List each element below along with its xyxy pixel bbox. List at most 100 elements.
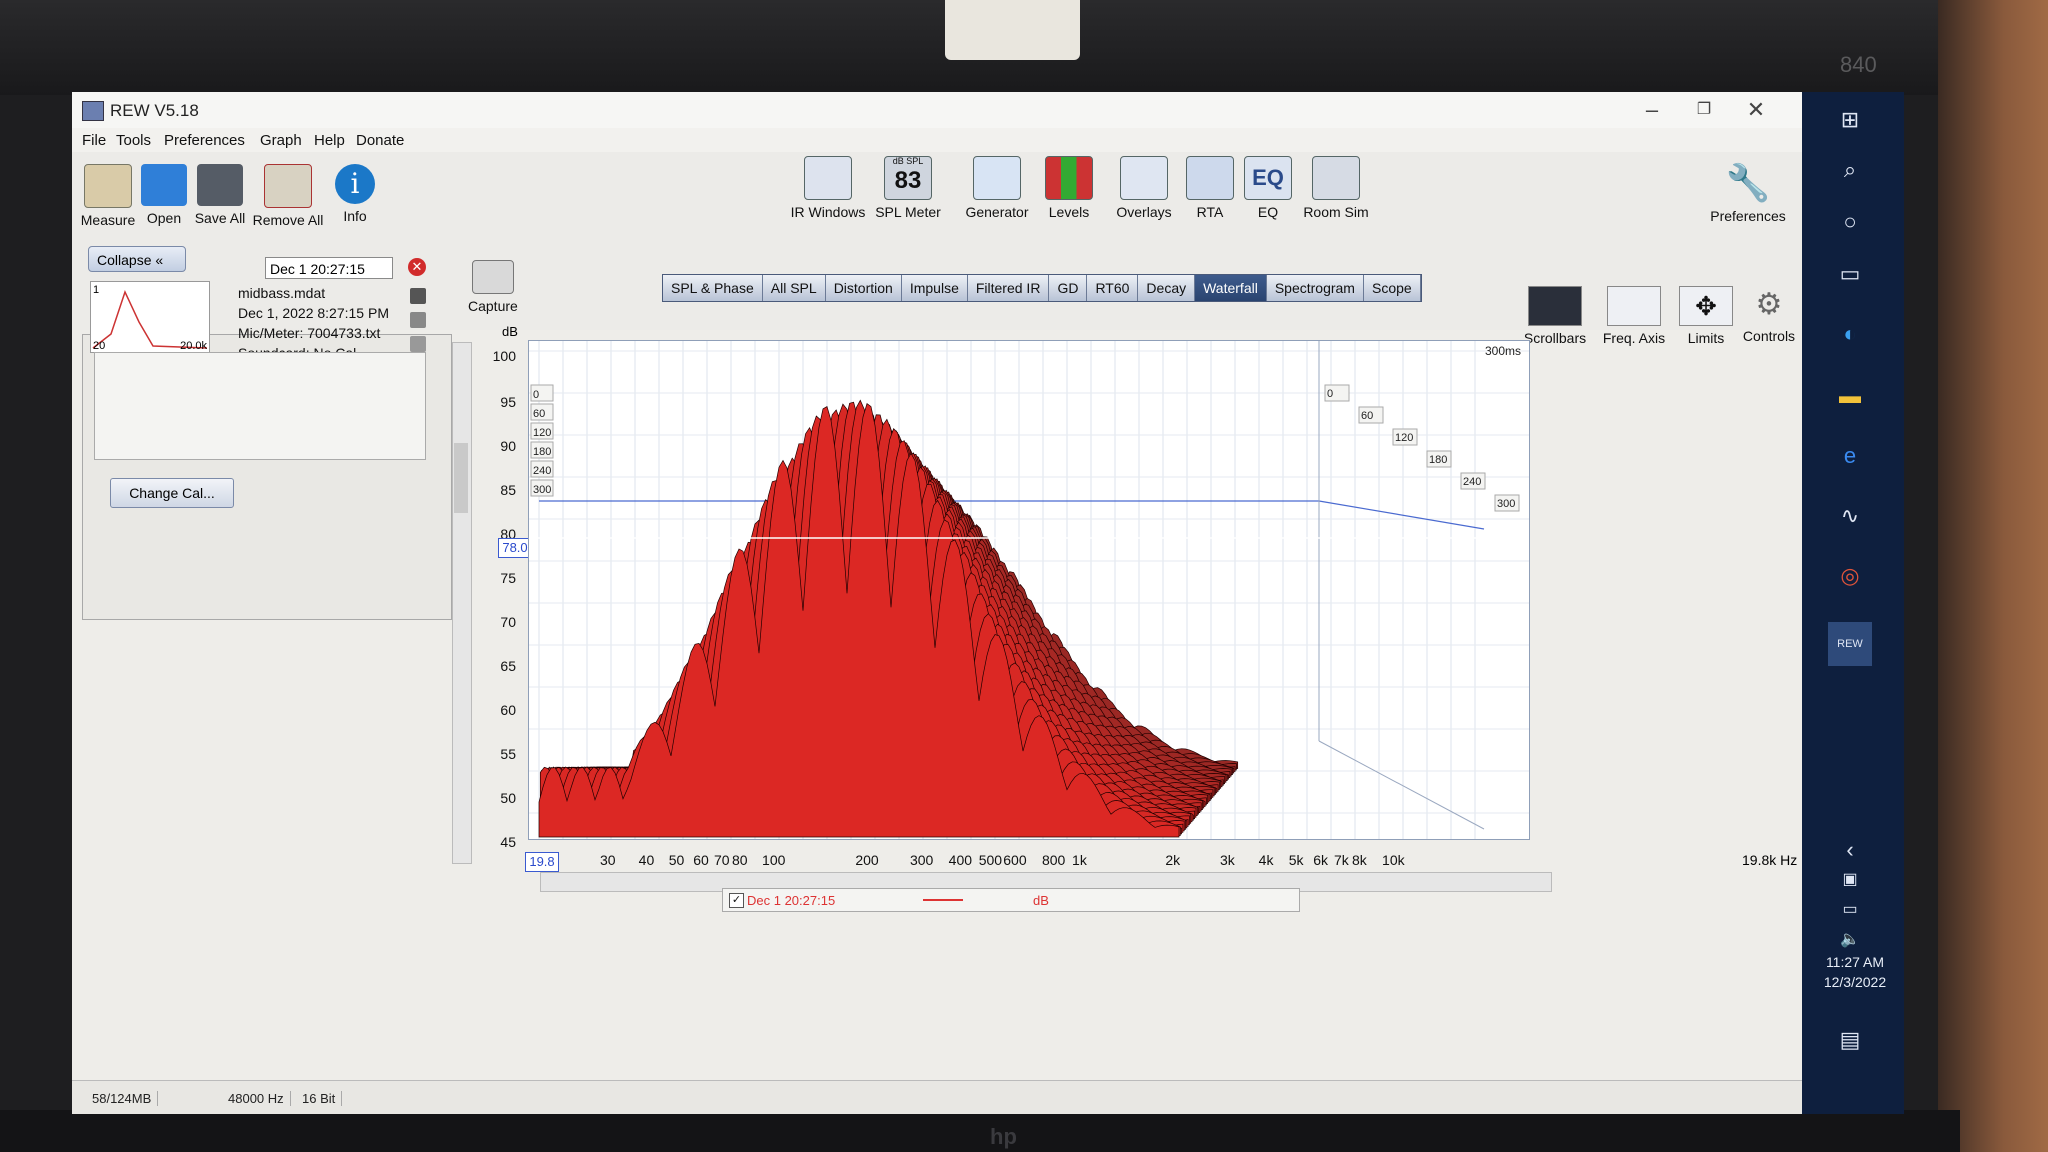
- close-button[interactable]: ✕: [1736, 96, 1776, 124]
- desk-background: [1938, 0, 2048, 1152]
- change-cal-button[interactable]: Change Cal...: [110, 478, 234, 508]
- rta-button[interactable]: RTA: [1180, 156, 1240, 220]
- measurement-name-field[interactable]: Dec 1 20:27:15: [265, 257, 393, 279]
- edge-icon[interactable]: ◐: [1836, 320, 1864, 348]
- eq-button[interactable]: EQ EQ: [1240, 156, 1296, 220]
- levels-button[interactable]: Levels: [1038, 156, 1100, 220]
- scrollbars-button[interactable]: Scrollbars: [1520, 286, 1590, 346]
- tab-decay[interactable]: Decay: [1138, 275, 1196, 301]
- window-title: REW V5.18: [110, 101, 199, 120]
- notes-icon[interactable]: [410, 336, 426, 352]
- capture-button[interactable]: Capture: [468, 260, 518, 314]
- generator-icon: [973, 156, 1021, 200]
- thumb-top-label: 1: [93, 284, 100, 296]
- bezel-sticker: [945, 0, 1080, 60]
- y-tick: 100: [492, 348, 516, 364]
- y-tick: 65: [500, 658, 516, 674]
- x-tick: 300: [909, 852, 934, 868]
- spl-meter-icon: 83 dB SPL: [884, 156, 932, 200]
- check-icon[interactable]: [410, 288, 426, 304]
- mic-meter: Mic/Meter: 7004733.txt: [238, 325, 381, 341]
- tab-spl-phase[interactable]: SPL & Phase: [663, 275, 763, 301]
- waterfall-graph[interactable]: 300ms 0 60 120 180 240 300 0 60 120 180 240 300: [528, 340, 1530, 840]
- tab-impulse[interactable]: Impulse: [901, 275, 968, 301]
- menu-file[interactable]: File: [82, 132, 106, 149]
- measure-button[interactable]: Measure: [78, 164, 138, 228]
- legend-checkbox[interactable]: ✓: [729, 893, 744, 908]
- ir-windows-button[interactable]: IR Windows: [788, 156, 868, 220]
- tab-all-spl[interactable]: All SPL: [762, 275, 826, 301]
- cortana-icon[interactable]: ○: [1836, 208, 1864, 236]
- x-start-value[interactable]: 19.8: [525, 852, 559, 872]
- minimize-button[interactable]: –: [1632, 96, 1672, 124]
- camera-icon: [471, 260, 514, 294]
- y-tick: 75: [500, 570, 516, 586]
- tab-waterfall[interactable]: Waterfall: [1195, 275, 1267, 301]
- search-icon[interactable]: ⌕: [1836, 156, 1864, 184]
- y-tick: 95: [500, 394, 516, 410]
- measurement-thumbnail[interactable]: 1 20 20.0k: [90, 281, 210, 353]
- x-tick: 8k: [1351, 852, 1367, 868]
- x-tick: 600: [1003, 852, 1027, 868]
- rew-taskbar-icon[interactable]: REW: [1828, 622, 1872, 666]
- remove-all-button[interactable]: Remove All: [248, 164, 328, 228]
- task-view-icon[interactable]: ▭: [1836, 260, 1864, 288]
- time-tick: 300: [533, 484, 551, 496]
- tab-gd[interactable]: GD: [1049, 275, 1088, 301]
- freq-axis-button[interactable]: Freq. Axis: [1596, 286, 1672, 346]
- restore-button[interactable]: ❐: [1684, 96, 1724, 124]
- menu-donate[interactable]: Donate: [356, 132, 404, 149]
- vertical-scrollbar-thumb[interactable]: [454, 443, 468, 513]
- y-tick: 45: [500, 834, 516, 850]
- remove-measurement-icon[interactable]: ✕: [408, 258, 426, 276]
- menu-tools[interactable]: Tools: [116, 132, 151, 149]
- x-tick: 1k: [1072, 852, 1087, 868]
- chevron-left-icon[interactable]: ‹: [1836, 836, 1864, 864]
- controls-button[interactable]: ⚙ Controls: [1738, 286, 1800, 344]
- notes-area[interactable]: [94, 352, 426, 460]
- tab-scope[interactable]: Scope: [1363, 275, 1421, 301]
- info-button[interactable]: i Info: [330, 164, 380, 224]
- room-sim-button[interactable]: Room Sim: [1294, 156, 1378, 220]
- time-tick: 120: [1395, 432, 1413, 444]
- open-button[interactable]: Open: [134, 164, 194, 226]
- x-tick: 400: [948, 852, 973, 868]
- collapse-button[interactable]: Collapse «: [88, 246, 186, 272]
- vertical-scrollbar[interactable]: [452, 342, 472, 864]
- time-tick: 60: [1361, 410, 1373, 422]
- y-tick: 60: [500, 702, 516, 718]
- tab-spectrogram[interactable]: Spectrogram: [1266, 275, 1364, 301]
- tray-icon[interactable]: ▣: [1836, 866, 1864, 894]
- pencil-icon[interactable]: [410, 312, 426, 328]
- file-explorer-icon[interactable]: ▬: [1836, 382, 1864, 410]
- internet-explorer-icon[interactable]: e: [1836, 442, 1864, 470]
- notification-icon[interactable]: ▤: [1836, 1026, 1864, 1054]
- tab-filtered-ir[interactable]: Filtered IR: [967, 275, 1050, 301]
- limits-button[interactable]: ✥ Limits: [1676, 286, 1736, 346]
- preferences-button[interactable]: 🔧 Preferences: [1706, 162, 1790, 224]
- menu-preferences[interactable]: Preferences: [164, 132, 245, 149]
- freq-axis-icon: [1607, 286, 1661, 326]
- menu-help[interactable]: Help: [314, 132, 345, 149]
- x-tick: 2k: [1165, 852, 1181, 868]
- windows-start-icon[interactable]: ⊞: [1836, 106, 1864, 134]
- tab-distortion[interactable]: Distortion: [825, 275, 902, 301]
- target-app-icon[interactable]: ◎: [1836, 562, 1864, 590]
- overlays-button[interactable]: Overlays: [1108, 156, 1180, 220]
- time-tick: 180: [1429, 454, 1447, 466]
- scope-app-icon[interactable]: ∿: [1836, 502, 1864, 530]
- spl-meter-unit: dB SPL: [892, 156, 924, 166]
- x-tick: 3k: [1219, 852, 1235, 868]
- tab-rt60[interactable]: RT60: [1087, 275, 1139, 301]
- volume-icon[interactable]: 🔈: [1836, 926, 1864, 954]
- spl-meter-button[interactable]: 83 dB SPL SPL Meter: [872, 156, 944, 220]
- save-all-button[interactable]: Save All: [190, 164, 250, 226]
- laptop-bezel-bottom: [0, 1110, 1960, 1152]
- clock[interactable]: 11:27 AM 12/3/2022: [1810, 952, 1900, 992]
- generator-button[interactable]: Generator: [960, 156, 1034, 220]
- menu-graph[interactable]: Graph: [260, 132, 302, 149]
- y-tick: 70: [500, 614, 516, 630]
- x-tick: 800: [1041, 852, 1066, 868]
- x-end-label: 19.8k Hz: [1742, 852, 1798, 868]
- battery-icon[interactable]: ▭: [1836, 896, 1864, 924]
